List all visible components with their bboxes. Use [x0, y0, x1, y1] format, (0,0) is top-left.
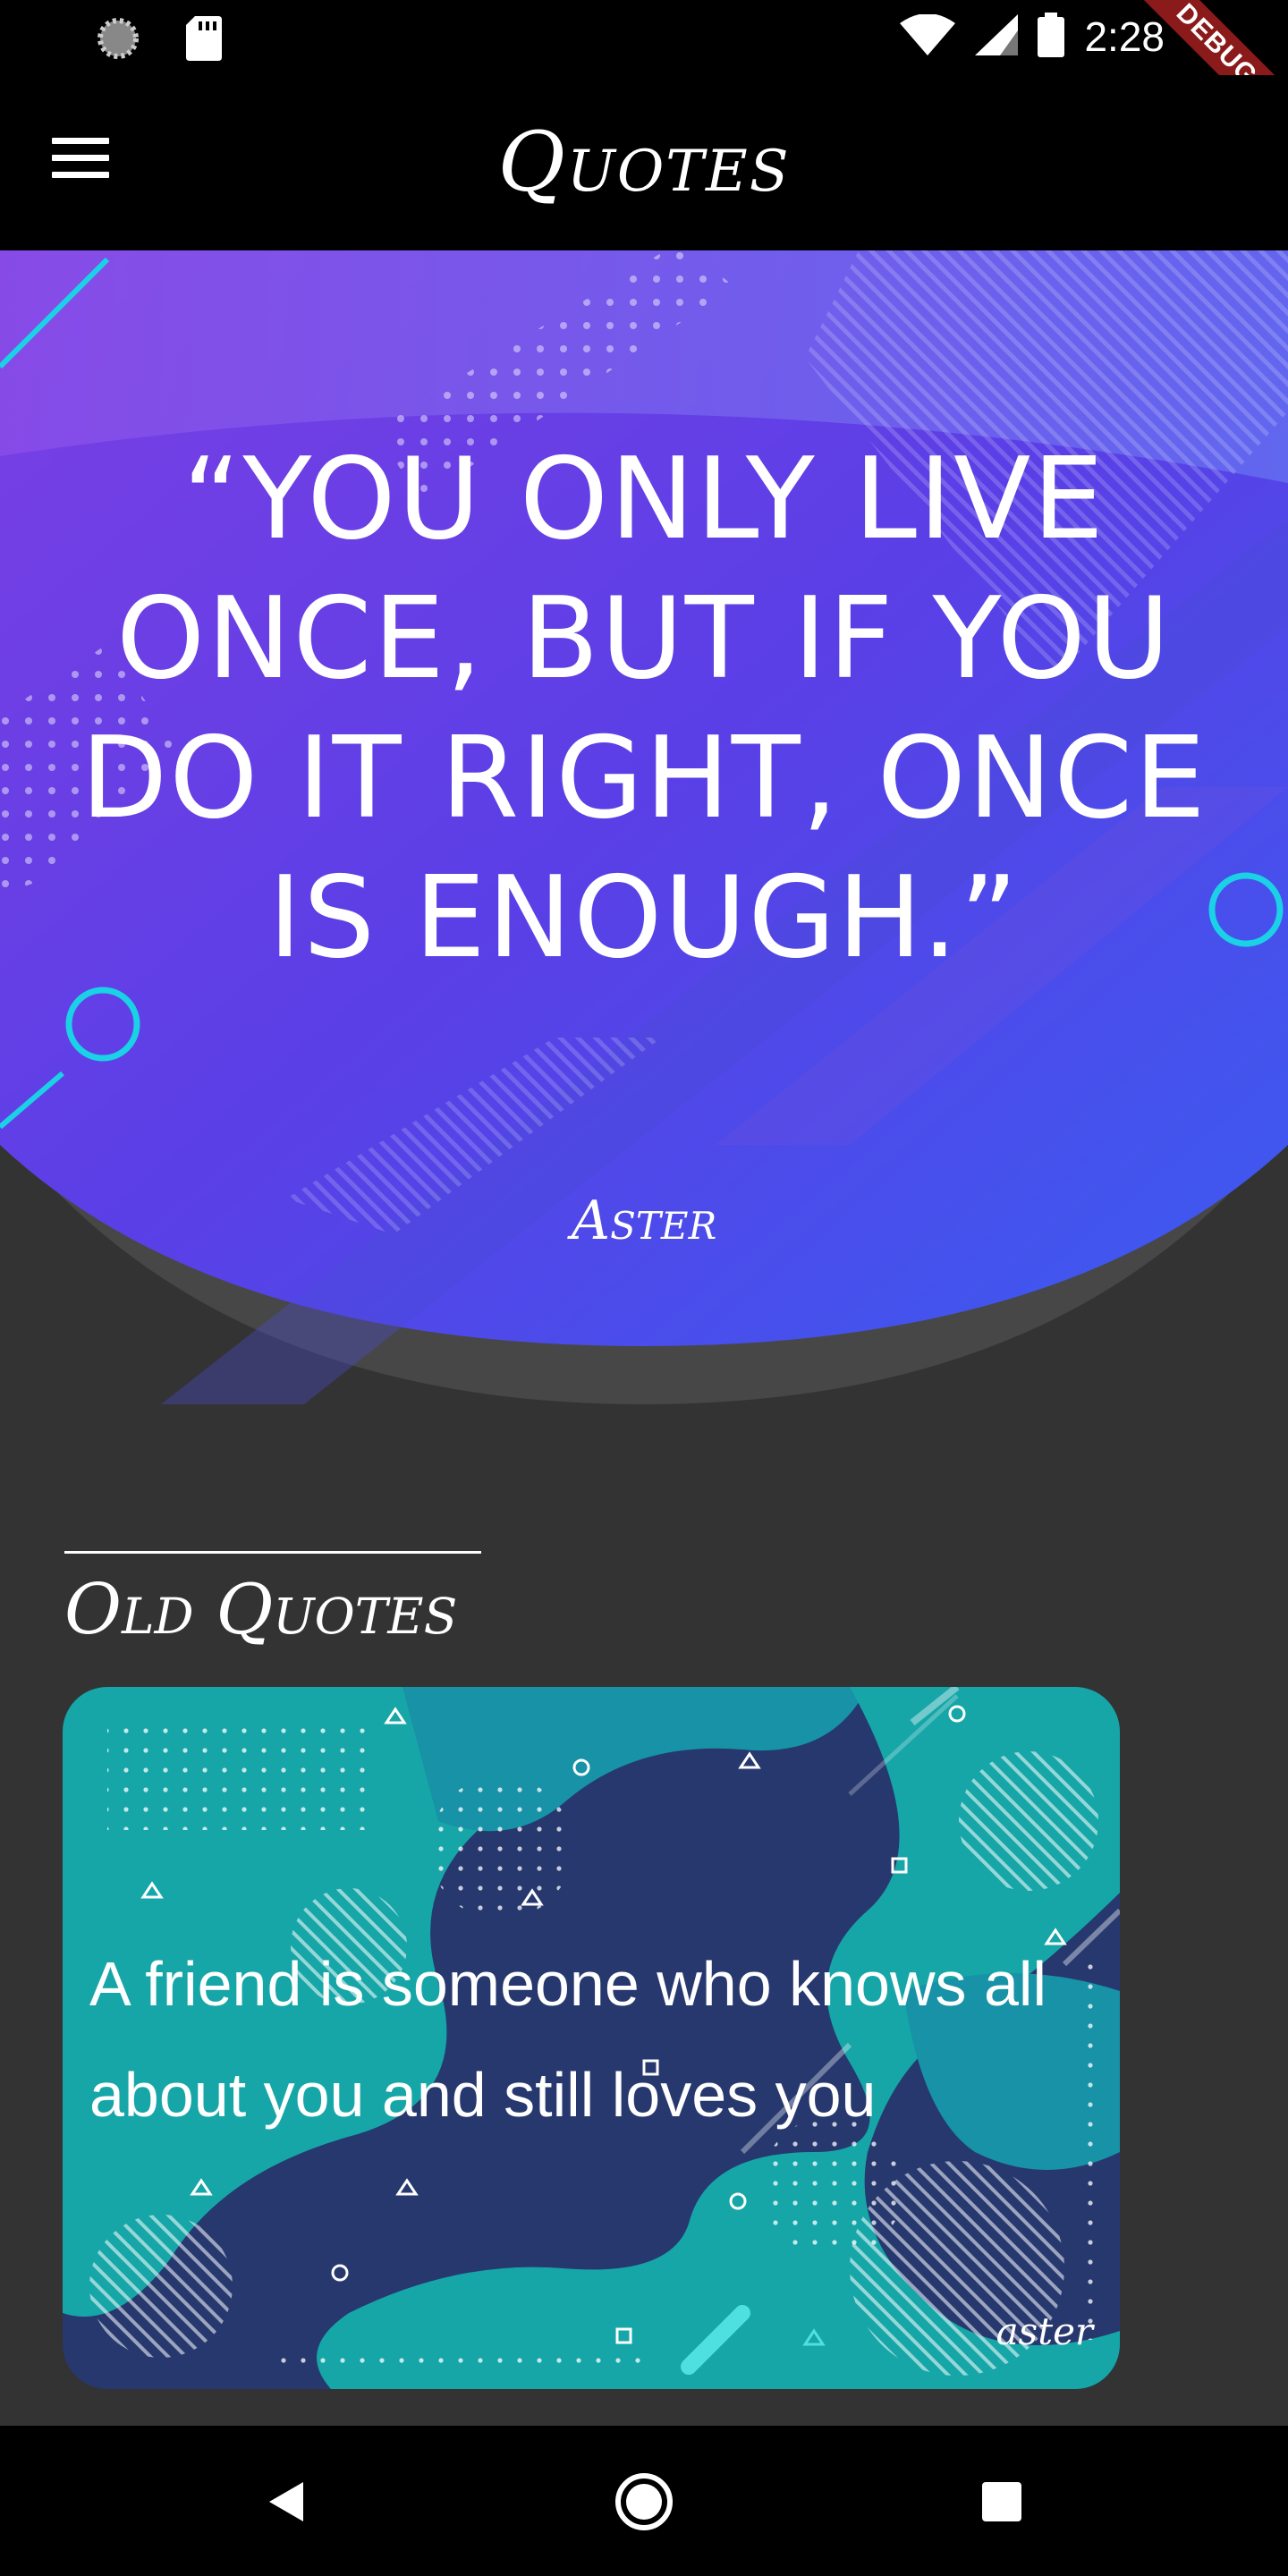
- status-bar-right: 2:28: [900, 13, 1165, 61]
- featured-quote-text: “You only live once, but if you do it ri…: [80, 433, 1208, 983]
- app-title: Quotes: [497, 114, 791, 210]
- status-time: 2:28: [1084, 13, 1165, 60]
- status-bar-left: [97, 16, 222, 64]
- quote-card-author: aster: [996, 2309, 1093, 2353]
- quote-card-text: A friend is someone who knows all about …: [89, 1949, 1046, 2130]
- wifi-icon: [900, 13, 956, 59]
- app-bar: Quotes: [0, 75, 1288, 250]
- back-icon[interactable]: [246, 2462, 326, 2542]
- sd-card-icon: [186, 16, 222, 64]
- system-nav-bar: [0, 2426, 1288, 2576]
- home-icon[interactable]: [604, 2462, 684, 2542]
- signal-icon: [975, 14, 1019, 59]
- featured-quote-hero: “You only live once, but if you do it ri…: [0, 250, 1288, 1404]
- section-divider: [64, 1551, 481, 1554]
- status-bar: 2:28 DEBUG: [0, 0, 1288, 154]
- battery-icon: [1038, 13, 1065, 61]
- quote-card[interactable]: A friend is someone who knows all about …: [63, 1687, 1120, 2389]
- featured-quote-author: Aster: [571, 1190, 717, 1252]
- loading-icon: [97, 17, 140, 64]
- recents-icon[interactable]: [962, 2462, 1042, 2542]
- old-quotes-heading: Old Quotes: [64, 1570, 458, 1650]
